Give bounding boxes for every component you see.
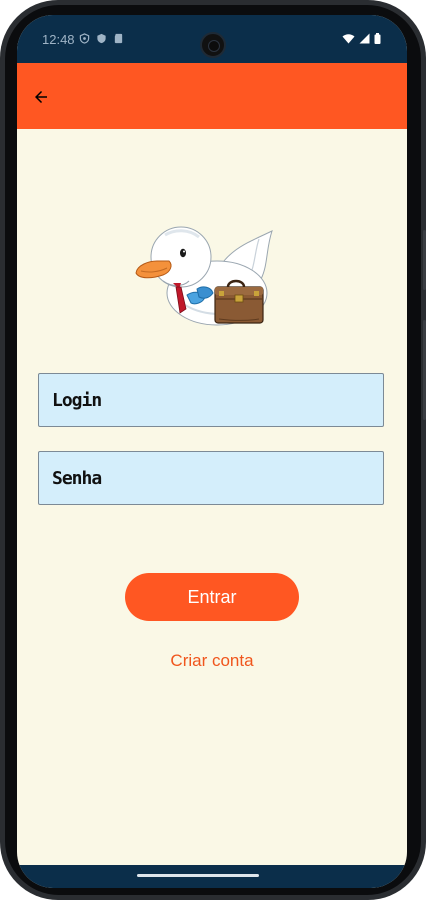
navigation-bar xyxy=(17,865,407,888)
status-bar: 12:48 xyxy=(17,15,407,63)
login-field[interactable] xyxy=(38,373,384,427)
battery-icon xyxy=(374,33,381,44)
back-button[interactable] xyxy=(27,83,55,111)
duck-mascot-image xyxy=(135,226,273,326)
status-time: 12:48 xyxy=(42,32,75,47)
login-content: Entrar Criar conta xyxy=(17,129,407,865)
signal-icon xyxy=(359,33,370,44)
vpn-shield-icon xyxy=(79,33,90,44)
front-camera xyxy=(200,32,226,58)
wifi-icon xyxy=(342,34,355,44)
login-input[interactable] xyxy=(39,374,383,426)
home-indicator[interactable] xyxy=(137,874,259,877)
status-system-icons xyxy=(342,33,381,44)
status-notification-icons xyxy=(79,33,124,44)
enter-button[interactable]: Entrar xyxy=(125,573,299,621)
app-bar xyxy=(17,63,407,129)
create-account-link[interactable]: Criar conta xyxy=(17,651,407,671)
phone-frame: 12:48 Login Entrar Criar conta xyxy=(0,0,426,900)
sd-card-icon xyxy=(114,33,123,44)
shield-icon xyxy=(97,33,106,44)
password-input[interactable] xyxy=(39,452,383,504)
screen: 12:48 Login Entrar Criar conta xyxy=(17,15,407,888)
arrow-back-icon xyxy=(35,91,47,103)
password-field[interactable] xyxy=(38,451,384,505)
